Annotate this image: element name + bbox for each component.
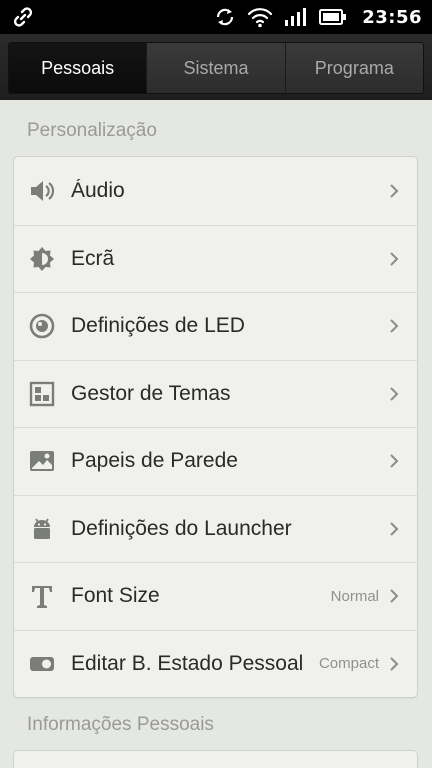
setting-label: Definições de LED (71, 314, 245, 338)
font-icon (29, 583, 55, 609)
led-icon (29, 313, 55, 339)
section-title-informacoes: Informações Pessoais (27, 714, 214, 735)
tab-sistema[interactable]: Sistema (146, 43, 285, 93)
informacoes-card (13, 750, 418, 768)
wifi-icon (247, 6, 273, 28)
chevron-right-icon (389, 319, 399, 333)
setting-papeis-parede[interactable]: Papeis de Parede (14, 427, 417, 495)
android-icon (29, 516, 55, 542)
wallpaper-icon (29, 448, 55, 474)
link-icon (12, 6, 34, 28)
chevron-right-icon (389, 589, 399, 603)
chevron-right-icon (389, 184, 399, 198)
setting-temas[interactable]: Gestor de Temas (14, 359, 417, 428)
chevron-right-icon (389, 522, 399, 536)
section-title-personalizacao: Personalização (27, 120, 157, 141)
tab-header: Pessoais Sistema Programa (0, 34, 432, 100)
tab-bar: Pessoais Sistema Programa (8, 42, 424, 94)
chevron-right-icon (389, 454, 399, 468)
setting-label: Áudio (71, 178, 125, 202)
setting-audio[interactable]: Áudio (14, 157, 417, 225)
setting-font-size[interactable]: Font Size Normal (14, 562, 417, 630)
personalizacao-card: Áudio Ecrã Definições de LED Gestor de T… (13, 156, 418, 698)
setting-status-bar[interactable]: Editar B. Estado Pessoal Compact (14, 629, 417, 698)
brightness-icon (29, 246, 55, 272)
chevron-right-icon (389, 657, 399, 671)
setting-label: Gestor de Temas (71, 381, 231, 405)
battery-icon (319, 8, 347, 26)
setting-launcher[interactable]: Definições do Launcher (14, 494, 417, 563)
setting-ecra[interactable]: Ecrã (14, 224, 417, 293)
tab-pessoais[interactable]: Pessoais (9, 43, 147, 93)
status-bar: 23:56 (0, 0, 432, 34)
setting-led[interactable]: Definições de LED (14, 292, 417, 360)
signal-icon (284, 7, 308, 27)
sync-icon (214, 6, 236, 28)
speaker-icon (29, 178, 55, 204)
setting-value: Compact (318, 655, 379, 673)
setting-value: Normal (330, 587, 379, 605)
setting-label: Definições do Launcher (71, 516, 292, 540)
chevron-right-icon (389, 252, 399, 266)
toggle-icon (29, 651, 55, 677)
settings-content[interactable]: Personalização Áudio Ecrã Definições de … (0, 100, 432, 768)
themes-icon (29, 381, 55, 407)
setting-label: Font Size (71, 584, 160, 608)
tab-programa[interactable]: Programa (284, 43, 423, 93)
setting-label: Editar B. Estado Pessoal (71, 651, 304, 675)
status-time: 23:56 (362, 6, 422, 28)
chevron-right-icon (389, 387, 399, 401)
setting-label: Papeis de Parede (71, 449, 238, 473)
setting-label: Ecrã (71, 246, 115, 270)
